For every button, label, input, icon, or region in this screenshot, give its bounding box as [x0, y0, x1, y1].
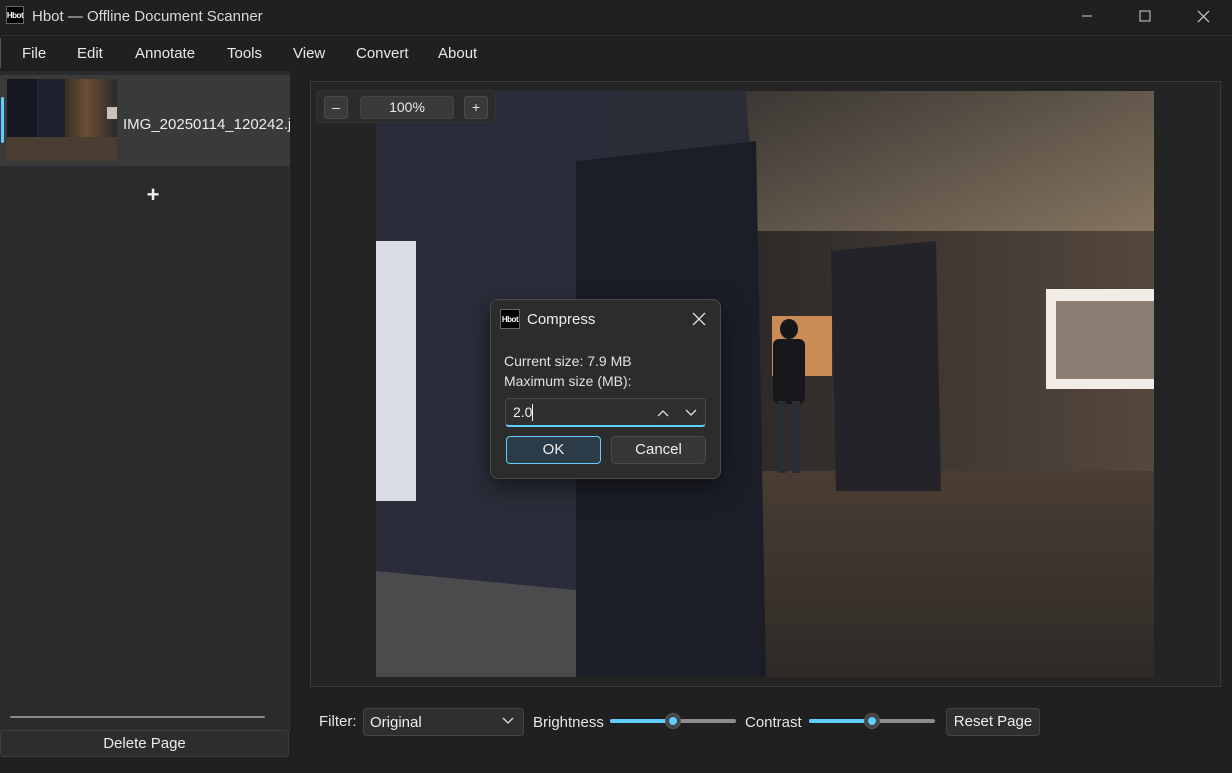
add-page-button[interactable]: + — [142, 184, 164, 206]
menu-edge — [0, 38, 1, 68]
zoom-toolbar: – 100% + — [316, 90, 496, 123]
text-caret — [532, 404, 533, 421]
page-thumbnail — [7, 79, 117, 161]
menu-convert[interactable]: Convert — [356, 45, 409, 62]
title-bar: Hbot Hbot — Offline Document Scanner — [0, 0, 1232, 34]
spin-down-button[interactable] — [680, 404, 702, 422]
menu-file[interactable]: File — [22, 45, 46, 62]
zoom-level-field[interactable]: 100% — [360, 96, 454, 119]
compress-dialog: Hbot Compress Current size: 7.9 MB Maxim… — [490, 299, 721, 479]
ok-button[interactable]: OK — [506, 436, 601, 464]
brightness-slider[interactable] — [610, 713, 736, 729]
max-size-value[interactable]: 2.0 — [513, 404, 532, 420]
spin-up-button[interactable] — [652, 404, 674, 422]
menu-annotate[interactable]: Annotate — [135, 45, 195, 62]
menu-view[interactable]: View — [293, 45, 325, 62]
minimize-button[interactable] — [1058, 0, 1116, 32]
maximize-icon — [1139, 10, 1151, 22]
dialog-app-logo: Hbot — [500, 309, 520, 329]
close-icon — [1197, 10, 1209, 22]
horizontal-scrollbar[interactable] — [10, 716, 265, 718]
selection-indicator — [1, 97, 4, 143]
contrast-label: Contrast — [745, 714, 802, 731]
brightness-label: Brightness — [533, 714, 604, 731]
menu-about[interactable]: About — [438, 45, 477, 62]
window-title: Hbot — Offline Document Scanner — [32, 8, 263, 25]
menu-edit[interactable]: Edit — [77, 45, 103, 62]
reset-page-button[interactable]: Reset Page — [946, 708, 1040, 736]
page-list-panel: IMG_20250114_120242.jpg + — [0, 71, 290, 731]
minimize-icon — [1082, 15, 1092, 17]
close-icon — [692, 312, 706, 326]
slider-fill — [809, 719, 872, 723]
filter-dropdown[interactable]: Original — [363, 708, 524, 736]
chevron-down-icon — [685, 409, 697, 416]
zoom-in-button[interactable]: + — [464, 96, 488, 119]
cancel-button[interactable]: Cancel — [611, 436, 706, 464]
max-size-label: Maximum size (MB): — [504, 373, 632, 389]
close-window-button[interactable] — [1174, 0, 1232, 32]
dialog-close-button[interactable] — [687, 309, 711, 329]
page-filename: IMG_20250114_120242.jpg — [123, 116, 290, 133]
contrast-slider[interactable] — [809, 713, 935, 729]
filter-label: Filter: — [319, 713, 357, 730]
max-size-spinbox[interactable]: 2.0 — [505, 398, 706, 427]
slider-fill — [610, 719, 673, 723]
menu-tools[interactable]: Tools — [227, 45, 262, 62]
slider-thumb[interactable] — [665, 713, 681, 729]
menu-bar: File Edit Annotate Tools View Convert Ab… — [0, 35, 1232, 69]
slider-thumb[interactable] — [864, 713, 880, 729]
app-logo: Hbot — [6, 6, 24, 24]
filter-selected-value: Original — [370, 714, 422, 731]
maximize-button[interactable] — [1116, 0, 1174, 32]
current-size-text: Current size: 7.9 MB — [504, 353, 632, 369]
delete-page-button[interactable]: Delete Page — [0, 730, 289, 757]
page-list-item[interactable]: IMG_20250114_120242.jpg — [0, 75, 290, 166]
chevron-up-icon — [657, 410, 669, 417]
dialog-title: Compress — [527, 311, 596, 328]
chevron-down-icon — [502, 717, 514, 724]
zoom-out-button[interactable]: – — [324, 96, 348, 119]
